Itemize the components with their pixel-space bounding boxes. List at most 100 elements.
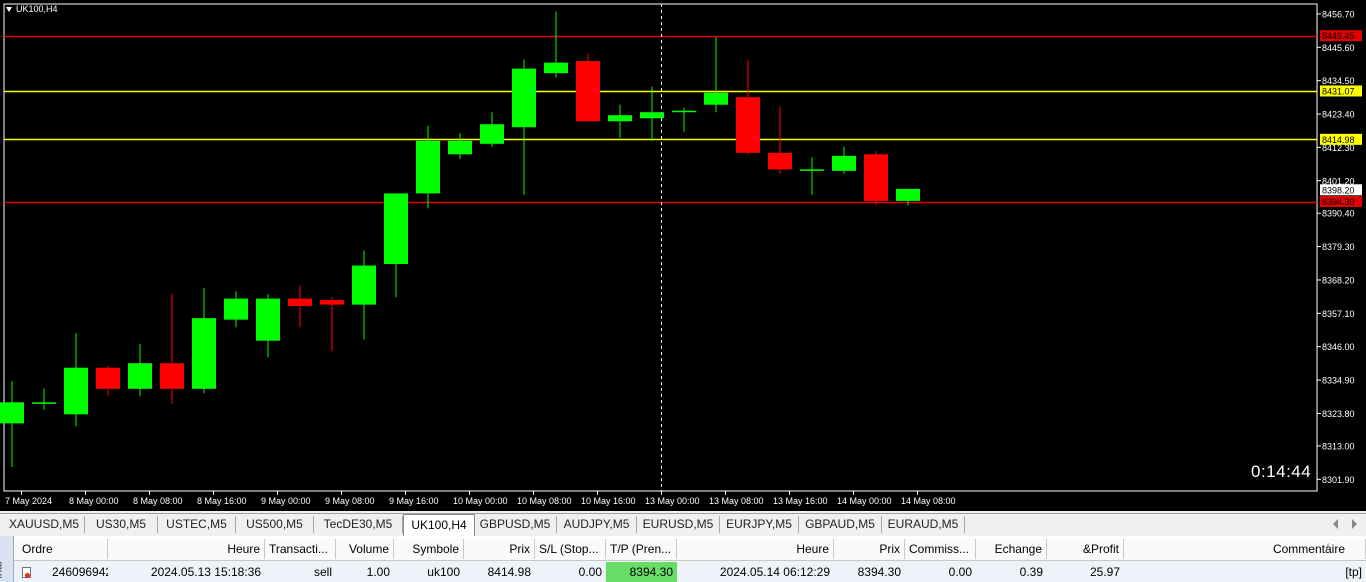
x-axis-tick-label: 10 May 08:00	[517, 496, 572, 506]
candle-body[interactable]	[256, 298, 280, 341]
candle-body[interactable]	[320, 300, 344, 305]
tab-us30-m5[interactable]: US30,M5	[85, 516, 158, 533]
cell-symbole-4: uk100	[427, 565, 460, 579]
cell-transacti-2: sell	[313, 565, 332, 579]
sort-indicator: /	[1326, 543, 1329, 554]
candle-body[interactable]	[352, 265, 376, 305]
candle-body[interactable]	[864, 154, 888, 201]
cell-heure-1: 2024.05.13 15:18:36	[150, 565, 261, 579]
column-header-volume-3[interactable]: Volume	[336, 539, 394, 559]
tab-gbpaud-m5[interactable]: GBPAUD,M5	[799, 516, 882, 533]
candle-body[interactable]	[288, 298, 312, 307]
tabs-scroll-right-icon[interactable]	[1352, 519, 1357, 529]
candle-body[interactable]	[96, 367, 120, 389]
terminal-panel: inal Ordre Heure Transacti... Volume Symbole…	[0, 536, 1366, 582]
sell-order-icon	[22, 567, 31, 578]
chart-title-text: UK100,H4	[16, 4, 58, 14]
y-axis-tick-label: 8456.70	[1322, 9, 1355, 19]
column-header-heure-8[interactable]: Heure	[677, 539, 834, 559]
tab-eurusd-m5[interactable]: EURUSD,M5	[637, 516, 720, 533]
price-chart[interactable]: 8456.70 8445.60 8434.50 8423.40 8412.30 8401.…	[0, 0, 1366, 511]
tab-ustec-m5[interactable]: USTEC,M5	[158, 516, 236, 533]
column-header-prix-9[interactable]: Prix	[834, 539, 905, 559]
candle-body[interactable]	[576, 61, 600, 122]
column-header-prix-5[interactable]: Prix	[464, 539, 535, 559]
tab-tecde30-m5[interactable]: TecDE30,M5	[314, 516, 403, 533]
chart-tabs-bar: XAUUSD,M5 US30,M5 USTEC,M5 US500,M5 TecDE30,…	[0, 513, 1366, 537]
y-axis-tick-label: 8313.00	[1322, 441, 1355, 451]
x-axis-tick-label: 9 May 16:00	[389, 496, 439, 506]
candle-body[interactable]	[608, 115, 632, 122]
candle-body[interactable]	[448, 140, 472, 155]
candle-body[interactable]	[224, 298, 248, 320]
y-axis-tick-label: 8379.30	[1322, 242, 1355, 252]
y-axis-tick-label: 8390.40	[1322, 209, 1355, 219]
candle-body[interactable]	[704, 92, 728, 105]
candle-body[interactable]	[480, 124, 504, 144]
y-axis-tick-label: 8301.90	[1322, 475, 1355, 485]
tab-us500-m5[interactable]: US500,M5	[236, 516, 314, 533]
price-level-tag-label: 8449.45	[1322, 31, 1355, 41]
tab-xauusd-m5[interactable]: XAUUSD,M5	[4, 516, 85, 533]
tab-euraud-m5[interactable]: EURAUD,M5	[882, 516, 965, 533]
candle-body[interactable]	[128, 363, 152, 389]
y-axis-tick-label: 8357.10	[1322, 309, 1355, 319]
candle-body[interactable]	[416, 140, 440, 194]
cell-volume-3: 1.00	[366, 565, 390, 579]
candle-body[interactable]	[384, 193, 408, 265]
candle-body[interactable]	[896, 188, 920, 201]
tab-eurjpy-m5[interactable]: EURJPY,M5	[720, 516, 799, 533]
chart-menu-triangle-icon[interactable]	[6, 6, 12, 12]
y-axis-tick-label: 8423.40	[1322, 110, 1355, 120]
x-axis-tick-label: 14 May 08:00	[901, 496, 956, 506]
candle-body[interactable]	[768, 152, 792, 170]
column-header-s-l-stop-6[interactable]: S/L (Stop...	[535, 539, 606, 559]
column-header-profit-12[interactable]: &Profit	[1047, 539, 1124, 559]
x-axis-tick-label: 9 May 00:00	[261, 496, 311, 506]
tab-audjpy-m5[interactable]: AUDJPY,M5	[557, 516, 637, 533]
candle-body[interactable]	[544, 62, 568, 74]
x-axis-tick-label: 13 May 00:00	[645, 496, 700, 506]
candle-body[interactable]	[512, 68, 536, 128]
price-level-tag-label: 8414.98	[1322, 135, 1355, 145]
column-header-symbole-4[interactable]: Symbole	[394, 539, 464, 559]
column-header-commiss-10[interactable]: Commiss...	[905, 539, 976, 559]
x-axis-tick-label: 14 May 00:00	[837, 496, 892, 506]
column-header-t-p-pren-7[interactable]: T/P (Pren...	[606, 539, 677, 559]
y-axis-tick-label: 8368.20	[1322, 275, 1355, 285]
candle-body[interactable]	[32, 402, 56, 404]
x-axis-tick-label: 8 May 08:00	[133, 496, 183, 506]
column-header-heure-1[interactable]: Heure	[108, 539, 265, 559]
x-axis-tick-label: 9 May 08:00	[325, 496, 375, 506]
candle-body[interactable]	[832, 155, 856, 171]
plot-frame	[3, 3, 1318, 492]
candle-body[interactable]	[800, 169, 824, 171]
chart-canvas[interactable]: 8456.708445.608434.508423.408412.308401.…	[0, 0, 1366, 511]
price-level-tag-label: 8394.30	[1322, 197, 1355, 207]
chart-symbol-title: UK100,H4	[6, 4, 58, 14]
x-axis-tick-label: 10 May 16:00	[581, 496, 636, 506]
candle-body[interactable]	[160, 363, 184, 389]
candle-body[interactable]	[0, 402, 24, 424]
x-axis-tick-label: 8 May 16:00	[197, 496, 247, 506]
candle-body[interactable]	[736, 97, 760, 153]
terminal-side-label[interactable]: inal	[0, 536, 14, 582]
tab-uk100-h4[interactable]: UK100,H4	[403, 514, 475, 536]
candle-countdown: 0:14:44	[1251, 462, 1312, 481]
candle-body[interactable]	[672, 110, 696, 113]
x-axis-tick-label: 13 May 16:00	[773, 496, 828, 506]
column-header-echange-11[interactable]: Echange	[976, 539, 1047, 559]
candle-body[interactable]	[192, 318, 216, 389]
tab-gbpusd-m5[interactable]: GBPUSD,M5	[474, 516, 557, 533]
y-axis-tick-label: 8323.80	[1322, 409, 1355, 419]
candle-body[interactable]	[640, 112, 664, 119]
candle-body[interactable]	[64, 367, 88, 415]
column-header-transacti-2[interactable]: Transacti...	[265, 539, 336, 559]
column-header-ordre-0[interactable]: Ordre	[14, 539, 108, 559]
x-axis-tick-label: 13 May 08:00	[709, 496, 764, 506]
cell-t-p-pren-7: 8394.30	[606, 562, 677, 582]
tabs-scroll-left-icon[interactable]	[1333, 519, 1338, 529]
current-price-tag-label: 8398.20	[1322, 185, 1355, 195]
x-axis-tick-label: 10 May 00:00	[453, 496, 508, 506]
cell-profit-12: 25.97	[1089, 565, 1120, 579]
